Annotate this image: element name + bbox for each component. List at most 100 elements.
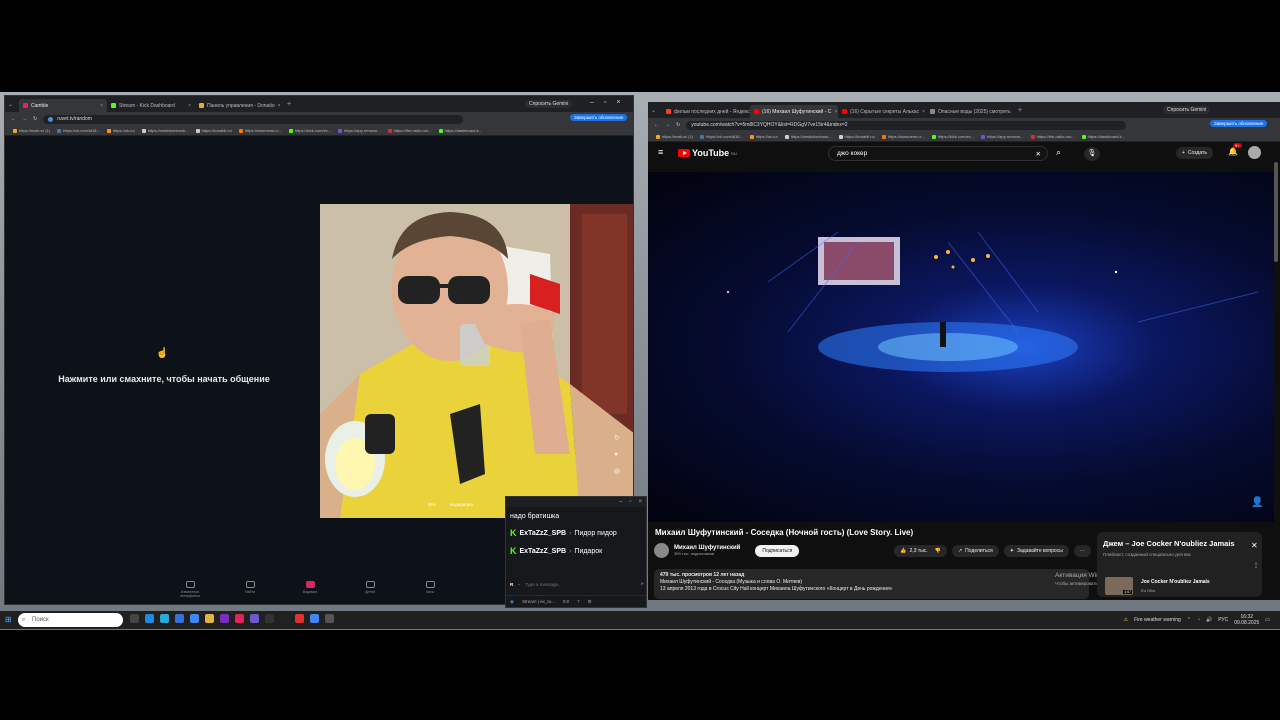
chat-input[interactable]: R ⌄ Type a message... ➤ <box>510 579 644 589</box>
language-indicator[interactable]: РУС <box>1218 617 1228 623</box>
clock[interactable]: 16:32 09.08.2025 <box>1234 614 1259 626</box>
chevron-down-icon[interactable]: ⌄ <box>517 581 521 587</box>
bookmark-item[interactable]: https://kick.com/ex... <box>931 134 974 139</box>
mask-icon[interactable]: ◍ <box>614 467 620 475</box>
speaker-icon[interactable]: 🔊 <box>1206 617 1212 623</box>
chrome-icon[interactable] <box>190 614 199 623</box>
bookmark-item[interactable]: https://mail.ru/ (1) <box>656 134 693 139</box>
bookmark-item[interactable]: https://the-radio.ru/r... <box>1030 134 1075 139</box>
url-field[interactable]: ruvet.tv/random <box>43 114 464 124</box>
tab-search-icon[interactable]: ⌄ <box>648 107 662 114</box>
microphone-icon[interactable]: 🎙 <box>1084 147 1100 161</box>
ask-button[interactable]: ✦ Задавайте вопросы <box>1003 544 1069 557</box>
bookmark-item[interactable]: https://the-radio.ru/r... <box>387 128 432 133</box>
bookmark-item[interactable]: https://www.temu.c... <box>238 128 282 133</box>
cam-tag[interactable]: Все <box>428 502 436 507</box>
chevron-up-icon[interactable]: ⌃ <box>1187 617 1191 623</box>
left-tab-1[interactable]: Camble × <box>19 99 107 112</box>
bell-icon[interactable]: 🔔 <box>1228 147 1238 156</box>
channel-avatar[interactable] <box>654 543 669 558</box>
bookmark-item[interactable]: https://www.temu.c... <box>881 134 925 139</box>
app-icon[interactable] <box>175 614 184 623</box>
app-icon[interactable] <box>295 614 304 623</box>
close-icon[interactable]: × <box>278 103 281 109</box>
cam-tag[interactable]: модерация <box>450 502 473 507</box>
stream-label[interactable]: Stream | ex_to... <box>522 599 555 604</box>
gemini-button[interactable]: Спросить Gemini <box>525 100 573 108</box>
more-actions-button[interactable]: ⋯ <box>1073 544 1091 557</box>
forward-icon[interactable]: → <box>665 122 670 128</box>
start-chat-prompt[interactable]: Нажмите или смахните, чтобы начать общен… <box>49 374 279 384</box>
bookmark-item[interactable]: https://dashboard.k... <box>438 128 482 133</box>
playlist-thumbnail[interactable]: 4:57 <box>1105 577 1133 595</box>
rotate-icon[interactable]: ↻ <box>614 434 620 442</box>
reload-icon[interactable]: ↻ <box>33 116 37 122</box>
network-icon[interactable]: ◔ <box>1197 617 1200 623</box>
create-button[interactable]: + Создать <box>1176 147 1213 159</box>
settings-icon[interactable]: ⚙ <box>588 599 592 605</box>
minimize-icon[interactable]: – <box>590 99 594 106</box>
update-button[interactable]: Завершить обновление <box>1210 120 1268 127</box>
right-tab-4[interactable]: Опасные воды (2025) смотреть× <box>926 105 1014 118</box>
gemini-button[interactable]: Спросить Gemini <box>1163 106 1211 114</box>
file-explorer-icon[interactable] <box>205 614 214 623</box>
bookmark-item[interactable]: https://ok.ru/ <box>106 128 135 133</box>
effects-icon[interactable]: ● <box>614 451 620 458</box>
nav-item[interactable]: Найти <box>235 581 265 598</box>
notifications-icon[interactable]: ▭ <box>1265 617 1270 623</box>
close-icon[interactable]: × <box>100 103 103 109</box>
weather-label[interactable]: Fire weather warning <box>1134 617 1181 623</box>
scrollbar[interactable] <box>1274 162 1278 262</box>
app-icon[interactable] <box>265 614 274 623</box>
tab-search-icon[interactable]: ⌄ <box>5 101 19 108</box>
new-tab-button[interactable]: + <box>287 101 291 108</box>
chat-username[interactable]: ExTaZzZ_SPB <box>520 530 567 537</box>
search-icon[interactable]: ⌕ <box>1056 147 1061 158</box>
bookmark-item[interactable]: https://ok.ru/ <box>749 134 778 139</box>
share-button[interactable]: ↗ Поделиться <box>951 544 999 557</box>
playlist-item-title[interactable]: Joe Cocker N'oubliez Jamais <box>1141 579 1210 585</box>
close-icon[interactable]: × <box>834 109 837 115</box>
taskbar-search[interactable]: ⌕ Поиск <box>18 613 123 627</box>
app-icon[interactable] <box>325 614 334 623</box>
nav-item[interactable]: Чаты <box>415 581 445 598</box>
bookmark-item[interactable]: https://konabli.ru/ <box>838 134 875 139</box>
subscribe-button[interactable]: Подписаться <box>755 544 800 557</box>
forward-icon[interactable]: → <box>22 116 27 122</box>
bookmark-item[interactable]: https://konabli.ru/ <box>195 128 232 133</box>
video-description[interactable]: 479 тыс. просмотров 12 лет назад Михаил … <box>654 569 1089 599</box>
reload-icon[interactable]: ↻ <box>676 122 680 128</box>
right-tab-2[interactable]: (16) Михаил Шуфутинский - С × <box>750 105 838 118</box>
more-vert-icon[interactable]: ⋮ <box>1253 562 1259 569</box>
bookmark-item[interactable]: https://vestivkonbook... <box>784 134 832 139</box>
thumbs-down-icon[interactable]: 👎 <box>935 548 941 554</box>
right-tab-1[interactable]: фильм последних дней - Яндекс× <box>662 105 750 118</box>
minimize-icon[interactable]: – <box>619 499 622 505</box>
nav-item[interactable]: Детей <box>355 581 385 598</box>
maximize-icon[interactable]: ▫ <box>629 499 631 505</box>
site-info-icon[interactable] <box>48 116 54 122</box>
bookmark-item[interactable]: https://mail.ru/ (1) <box>13 128 50 133</box>
video-player[interactable]: 👤 <box>648 172 1274 522</box>
back-icon[interactable]: ← <box>654 122 659 128</box>
clear-search-icon[interactable]: ✕ <box>1036 150 1041 158</box>
chrome-icon[interactable] <box>310 614 319 623</box>
like-button[interactable]: 👍 2,3 тыс. 👎 <box>894 544 947 557</box>
close-icon[interactable]: × <box>638 499 642 505</box>
nav-item[interactable]: Изменения интерфейса <box>175 581 205 598</box>
avatar[interactable] <box>1248 146 1261 159</box>
bookmark-item[interactable]: https://app.remove... <box>338 128 381 133</box>
bookmark-item[interactable]: https://app.remove... <box>981 134 1024 139</box>
chat-username[interactable]: ExTaZzZ_SPB <box>520 548 567 555</box>
back-icon[interactable]: ← <box>11 116 16 122</box>
left-tab-2[interactable]: Stream - Kick Dashboard × <box>107 99 195 112</box>
close-icon[interactable]: × <box>188 103 191 109</box>
task-view-icon[interactable] <box>130 614 139 623</box>
bookmark-item[interactable]: https://vk.com/id18... <box>700 134 743 139</box>
bookmark-item[interactable]: https://vk.com/id18... <box>57 128 100 133</box>
right-tab-3[interactable]: (16) Скрытые секреты Алькас × <box>838 105 926 118</box>
close-icon[interactable]: × <box>922 109 925 115</box>
windows-start-icon[interactable]: ⊞ <box>5 615 12 624</box>
telegram-icon[interactable] <box>160 614 169 623</box>
obs-icon[interactable] <box>280 614 289 623</box>
